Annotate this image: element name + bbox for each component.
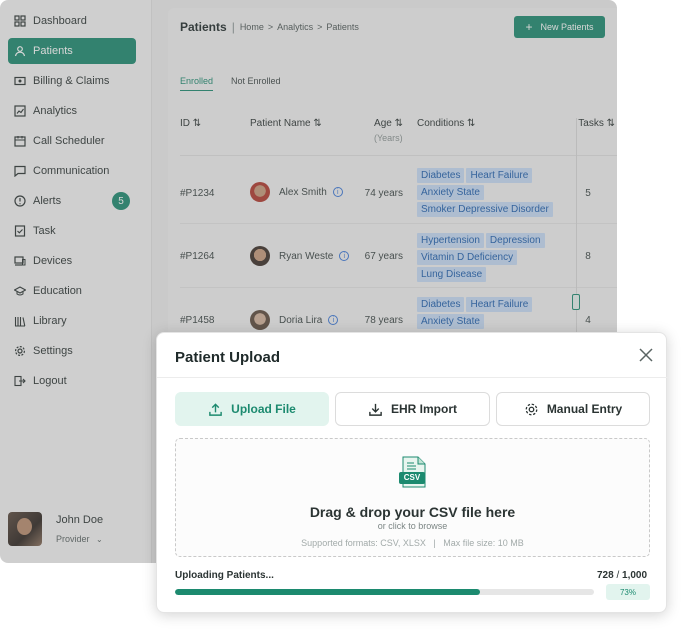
- max-file-size: Max file size: 10 MB: [443, 538, 524, 548]
- csv-file-badge: CSV: [403, 473, 421, 482]
- download-icon: [368, 402, 383, 417]
- file-drop-zone[interactable]: CSV Drag & drop your CSV file here or cl…: [175, 438, 650, 557]
- tab-label: EHR Import: [391, 402, 457, 416]
- progress-count: 728 / 1,000: [597, 570, 647, 581]
- tab-label: Upload File: [231, 402, 296, 416]
- progress-done: 728: [597, 570, 614, 581]
- tab-label: Manual Entry: [546, 402, 623, 416]
- tab-ehr-import[interactable]: EHR Import: [335, 392, 490, 426]
- manual-entry-icon: [524, 402, 539, 417]
- upload-icon: [208, 402, 223, 417]
- progress-bar: [175, 589, 594, 595]
- tab-manual-entry[interactable]: Manual Entry: [496, 392, 650, 426]
- progress-bar-fill: [175, 589, 481, 595]
- progress-total: 1,000: [622, 570, 648, 581]
- close-icon[interactable]: [638, 347, 654, 363]
- drop-zone-title: Drag & drop your CSV file here: [309, 504, 516, 520]
- supported-formats: Supported formats: CSV, XLSX: [301, 538, 426, 548]
- browse-link[interactable]: or click to browse: [176, 521, 649, 531]
- drop-zone-meta: Supported formats: CSV, XLSX | Max file …: [176, 538, 649, 548]
- modal-title: Patient Upload: [175, 349, 281, 366]
- progress-label: Uploading Patients...: [175, 570, 274, 581]
- meta-separator: |: [433, 538, 436, 548]
- tab-upload-file[interactable]: Upload File: [175, 392, 329, 426]
- csv-file-icon: CSV: [397, 456, 429, 488]
- divider: [157, 377, 668, 378]
- patient-upload-modal: Patient Upload Upload File EHR Import Ma…: [156, 332, 668, 613]
- progress-percent-badge: 73%: [606, 584, 650, 600]
